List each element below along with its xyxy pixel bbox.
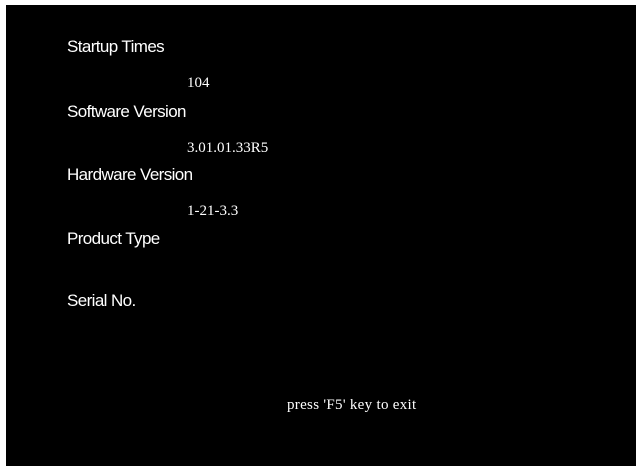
product-type-label: Product Type [67, 229, 160, 248]
device-info-screen: Startup Times 104 Software Version 3.01.… [6, 5, 636, 466]
exit-hint: press 'F5' key to exit [287, 397, 417, 413]
software-version-value: 3.01.01.33R5 [187, 140, 269, 156]
startup-times-label: Startup Times [67, 37, 165, 56]
hardware-version-value: 1-21-3.3 [187, 203, 239, 219]
startup-times-value: 104 [187, 75, 210, 91]
software-version-label: Software Version [67, 102, 187, 121]
serial-no-label: Serial No. [67, 291, 136, 310]
hardware-version-label: Hardware Version [67, 165, 193, 184]
